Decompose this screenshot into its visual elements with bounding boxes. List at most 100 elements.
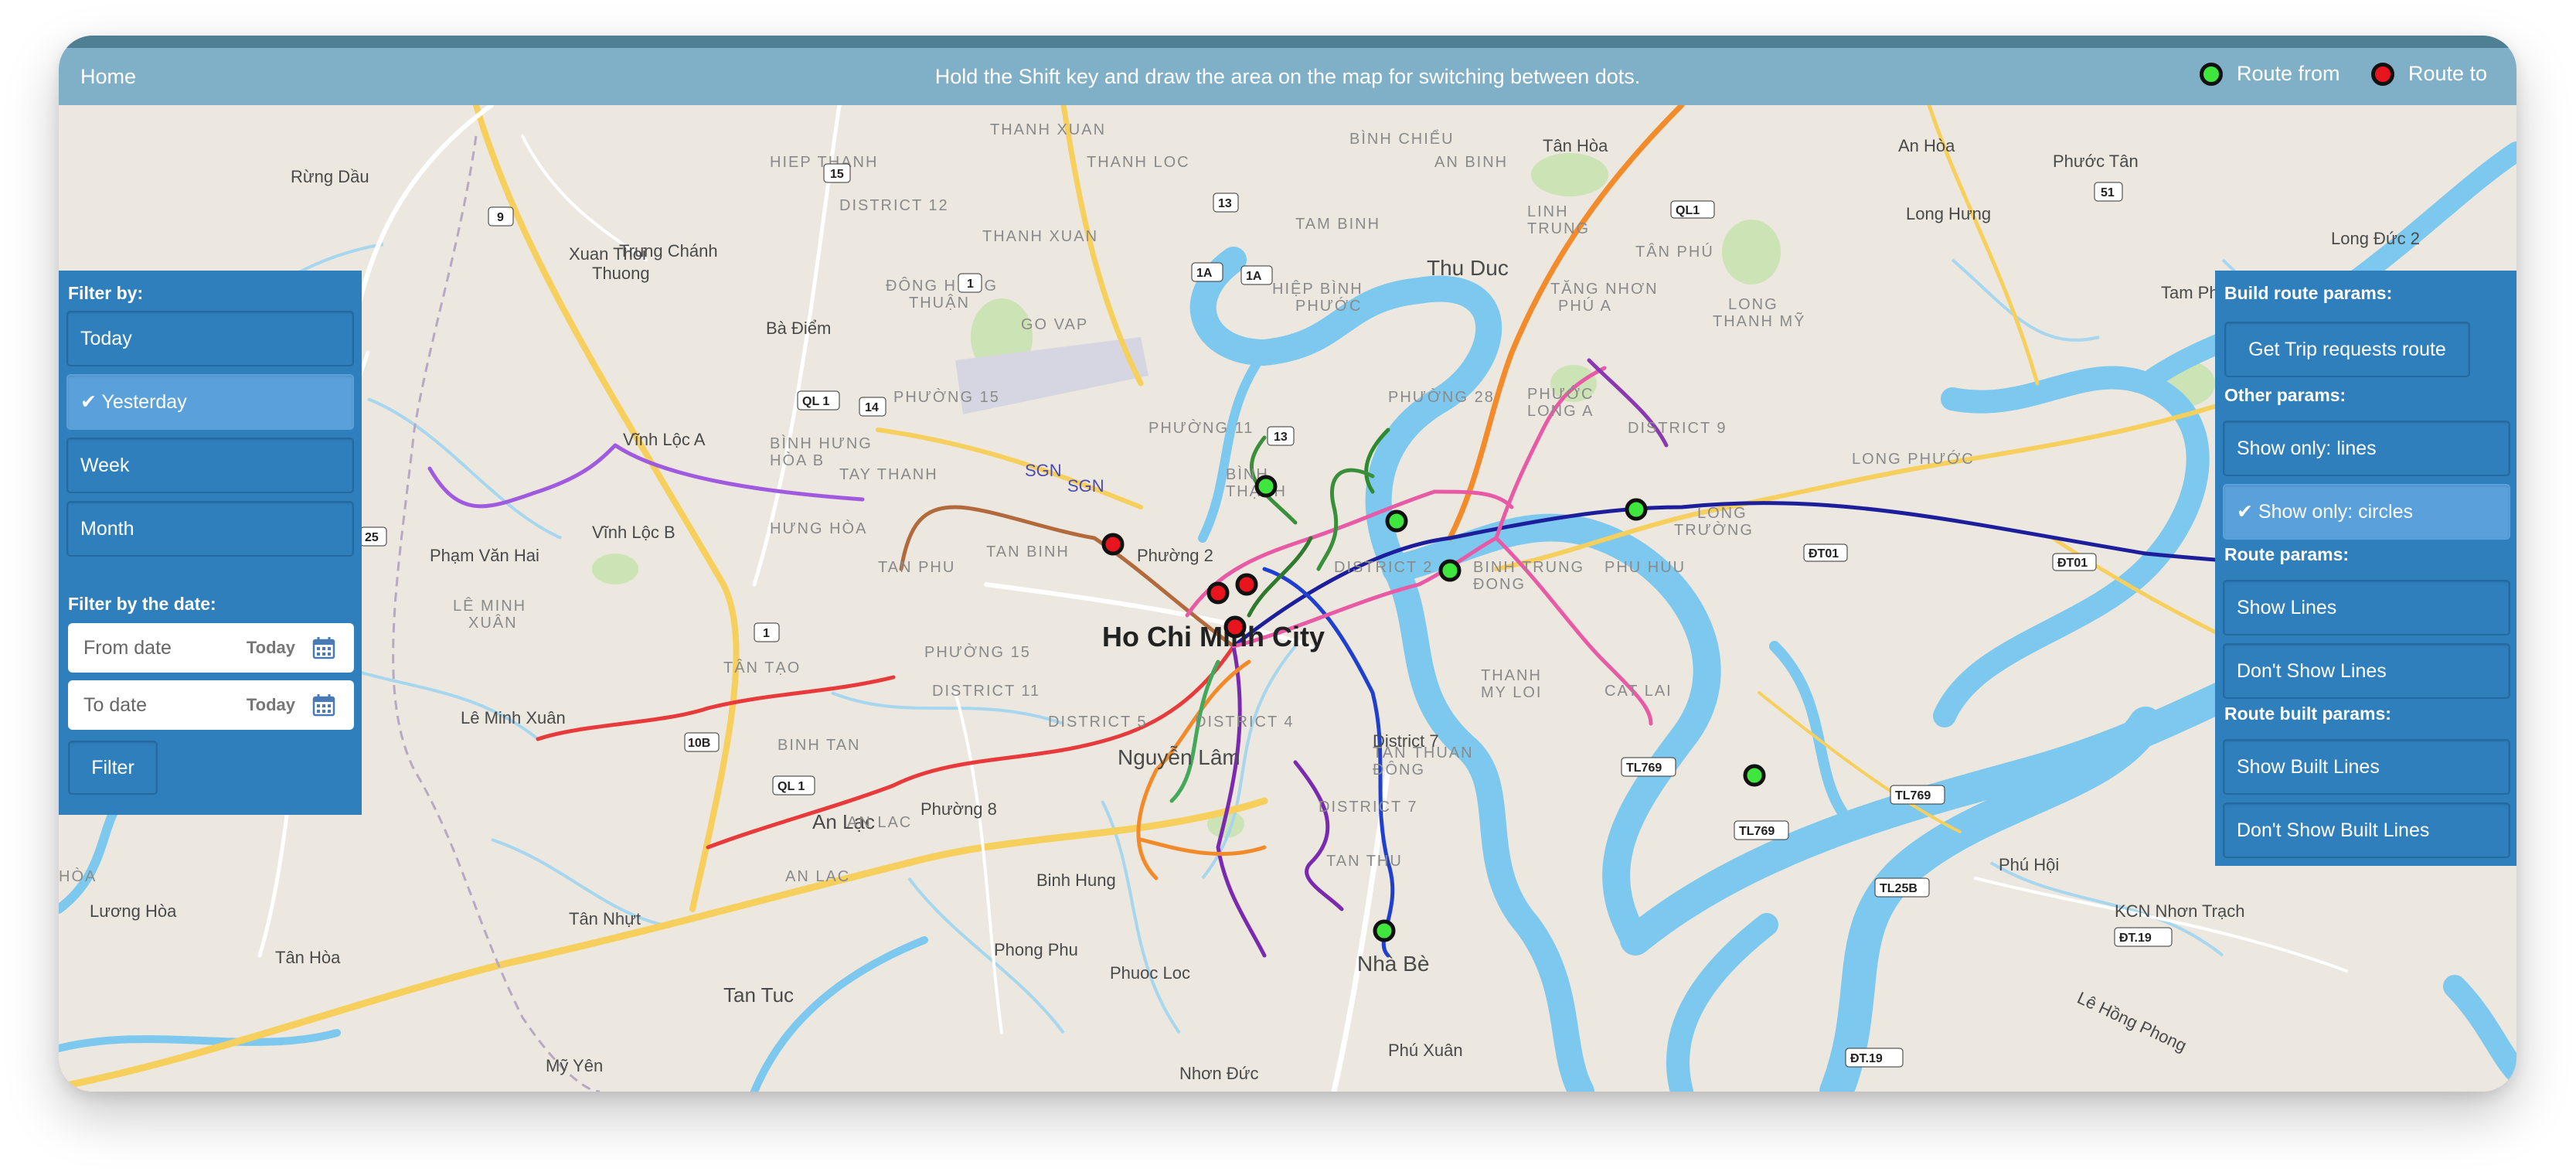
- svg-text:TAM BINH: TAM BINH: [1295, 216, 1380, 233]
- svg-text:XUÂN: XUÂN: [468, 614, 518, 632]
- svg-text:HIỆP BÌNH: HIỆP BÌNH: [1272, 280, 1363, 298]
- date-filter-heading: Filter by the date:: [68, 594, 216, 614]
- route-from-marker: [1373, 919, 1396, 942]
- map-label: Mỹ Yên: [546, 1056, 603, 1075]
- map-label: Tân Hòa: [1543, 136, 1608, 155]
- legend-route-from: Route from: [2200, 62, 2340, 86]
- svg-text:THANH LOC: THANH LOC: [1087, 154, 1190, 171]
- red-dot-icon: [2371, 62, 2394, 86]
- map-label: Phước Tân: [2053, 152, 2139, 171]
- svg-text:HÒA: HÒA: [59, 867, 97, 885]
- dont-show-built-lines-button[interactable]: Don't Show Built Lines: [2223, 802, 2510, 858]
- show-lines-button[interactable]: Show Lines: [2223, 580, 2510, 635]
- svg-text:10B: 10B: [688, 737, 710, 750]
- svg-text:15: 15: [830, 168, 844, 181]
- svg-text:ĐONG: ĐONG: [1473, 576, 1526, 593]
- dont-show-lines-button[interactable]: Don't Show Lines: [2223, 643, 2510, 699]
- map-label: Phường 8: [920, 799, 997, 819]
- svg-text:ĐÔNG: ĐÔNG: [1373, 761, 1425, 778]
- svg-text:CAT LAI: CAT LAI: [1604, 683, 1673, 700]
- svg-text:9: 9: [497, 211, 504, 224]
- map-label: Phong Phu: [994, 940, 1078, 959]
- map-label: Phú Xuân: [1388, 1041, 1463, 1060]
- map-label: Thuong: [592, 264, 650, 283]
- show-only-circles-button[interactable]: ✔ Show only: circles: [2223, 484, 2510, 540]
- svg-text:TÂN TẠO: TÂN TẠO: [723, 659, 801, 676]
- svg-text:TAN PHU: TAN PHU: [878, 559, 955, 576]
- svg-text:SGN: SGN: [1067, 476, 1104, 496]
- svg-text:PHƯỚC: PHƯỚC: [1527, 385, 1594, 403]
- svg-text:1: 1: [967, 278, 974, 291]
- route-built-heading: Route built params:: [2224, 704, 2391, 724]
- svg-text:TÂN PHÚ: TÂN PHÚ: [1635, 243, 1714, 261]
- map-label: Phạm Văn Hai: [430, 546, 539, 565]
- show-only-lines-button[interactable]: Show only: lines: [2223, 421, 2510, 476]
- svg-text:TAN BINH: TAN BINH: [986, 543, 1070, 560]
- to-date-field[interactable]: To date Today: [68, 680, 354, 730]
- map-label: An Hòa: [1898, 136, 1955, 155]
- svg-text:25: 25: [365, 531, 379, 544]
- map-label: Vĩnh Lộc A: [623, 430, 706, 449]
- map-label: Binh Hung: [1036, 870, 1116, 890]
- calendar-icon[interactable]: [312, 636, 335, 659]
- svg-text:THANH XUAN: THANH XUAN: [982, 228, 1098, 245]
- green-dot-icon: [2200, 62, 2223, 86]
- svg-text:14: 14: [865, 401, 879, 414]
- svg-text:TAN THU: TAN THU: [1326, 853, 1403, 870]
- filter-button[interactable]: Filter: [68, 741, 158, 795]
- map-label: Nhơn Đức: [1179, 1064, 1259, 1083]
- svg-text:TAN THUAN: TAN THUAN: [1373, 744, 1474, 761]
- svg-text:PHƯỚC: PHƯỚC: [1295, 297, 1362, 315]
- route-panel: Build route params: Get Trip requests ro…: [2215, 271, 2516, 866]
- filter-panel: Filter by: Today ✔ Yesterday Week Month …: [59, 271, 362, 815]
- svg-text:GO VAP: GO VAP: [1021, 316, 1088, 333]
- svg-text:LONG: LONG: [1697, 505, 1747, 522]
- svg-text:TRƯỜNG: TRƯỜNG: [1674, 521, 1754, 539]
- get-trip-route-button[interactable]: Get Trip requests route: [2224, 322, 2470, 377]
- svg-text:TĂNG NHƠN: TĂNG NHƠN: [1550, 280, 1659, 298]
- svg-text:HÒA B: HÒA B: [770, 451, 825, 469]
- svg-text:LONG: LONG: [1728, 296, 1778, 313]
- filter-today-button[interactable]: Today: [66, 311, 354, 366]
- svg-text:BÌNH HƯNG: BÌNH HƯNG: [770, 434, 873, 452]
- map-label: Xuan Thoi: [569, 244, 646, 264]
- svg-text:BINH TAN: BINH TAN: [778, 737, 861, 754]
- svg-text:LONG A: LONG A: [1527, 403, 1594, 420]
- filter-week-button[interactable]: Week: [66, 438, 354, 493]
- legend-label: Route to: [2408, 62, 2488, 85]
- from-date-field[interactable]: From date Today: [68, 623, 354, 673]
- svg-text:TL769: TL769: [1895, 789, 1931, 802]
- map-label: Vĩnh Lộc B: [592, 523, 675, 542]
- map-label: Bà Điểm: [766, 319, 831, 338]
- svg-text:13: 13: [1218, 197, 1232, 210]
- filter-yesterday-button[interactable]: ✔ Yesterday: [66, 374, 354, 430]
- svg-text:PHÚ A: PHÚ A: [1558, 297, 1612, 315]
- route-from-marker: [1385, 509, 1408, 533]
- svg-text:51: 51: [2101, 186, 2115, 199]
- svg-text:TL25B: TL25B: [1880, 882, 1918, 895]
- from-date-placeholder: From date: [83, 636, 172, 659]
- calendar-icon[interactable]: [312, 693, 335, 717]
- to-date-placeholder: To date: [83, 693, 148, 716]
- svg-text:THUẬN: THUẬN: [909, 294, 970, 312]
- svg-text:PHƯỜNG 15: PHƯỜNG 15: [893, 388, 1000, 406]
- svg-text:PHƯỜNG 15: PHƯỜNG 15: [924, 643, 1031, 661]
- route-from-marker: [1254, 475, 1278, 498]
- svg-text:QL 1: QL 1: [802, 395, 829, 408]
- svg-text:THANH XUAN: THANH XUAN: [990, 121, 1106, 138]
- route-to-marker: [1235, 573, 1258, 596]
- map-label: Nhà Bè: [1357, 952, 1429, 976]
- map-canvas[interactable]: Rừng Dầu Trung Chánh Bà Điểm Vĩnh Lộc A …: [59, 105, 2516, 1092]
- map-hint: Hold the Shift key and draw the area on …: [934, 65, 1641, 88]
- show-built-lines-button[interactable]: Show Built Lines: [2223, 739, 2510, 795]
- svg-text:AN LAC: AN LAC: [847, 814, 912, 831]
- svg-text:1A: 1A: [1196, 267, 1213, 280]
- svg-text:THANH: THANH: [1481, 667, 1542, 684]
- svg-text:BINH TRUNG: BINH TRUNG: [1473, 559, 1584, 576]
- map-label: Long Hưng: [1906, 204, 1991, 223]
- filter-month-button[interactable]: Month: [66, 501, 354, 557]
- svg-text:QL 1: QL 1: [778, 780, 805, 793]
- route-from-marker: [1743, 764, 1766, 787]
- svg-text:PHU HUU: PHU HUU: [1604, 559, 1686, 576]
- map-label: Phuoc Loc: [1110, 963, 1190, 983]
